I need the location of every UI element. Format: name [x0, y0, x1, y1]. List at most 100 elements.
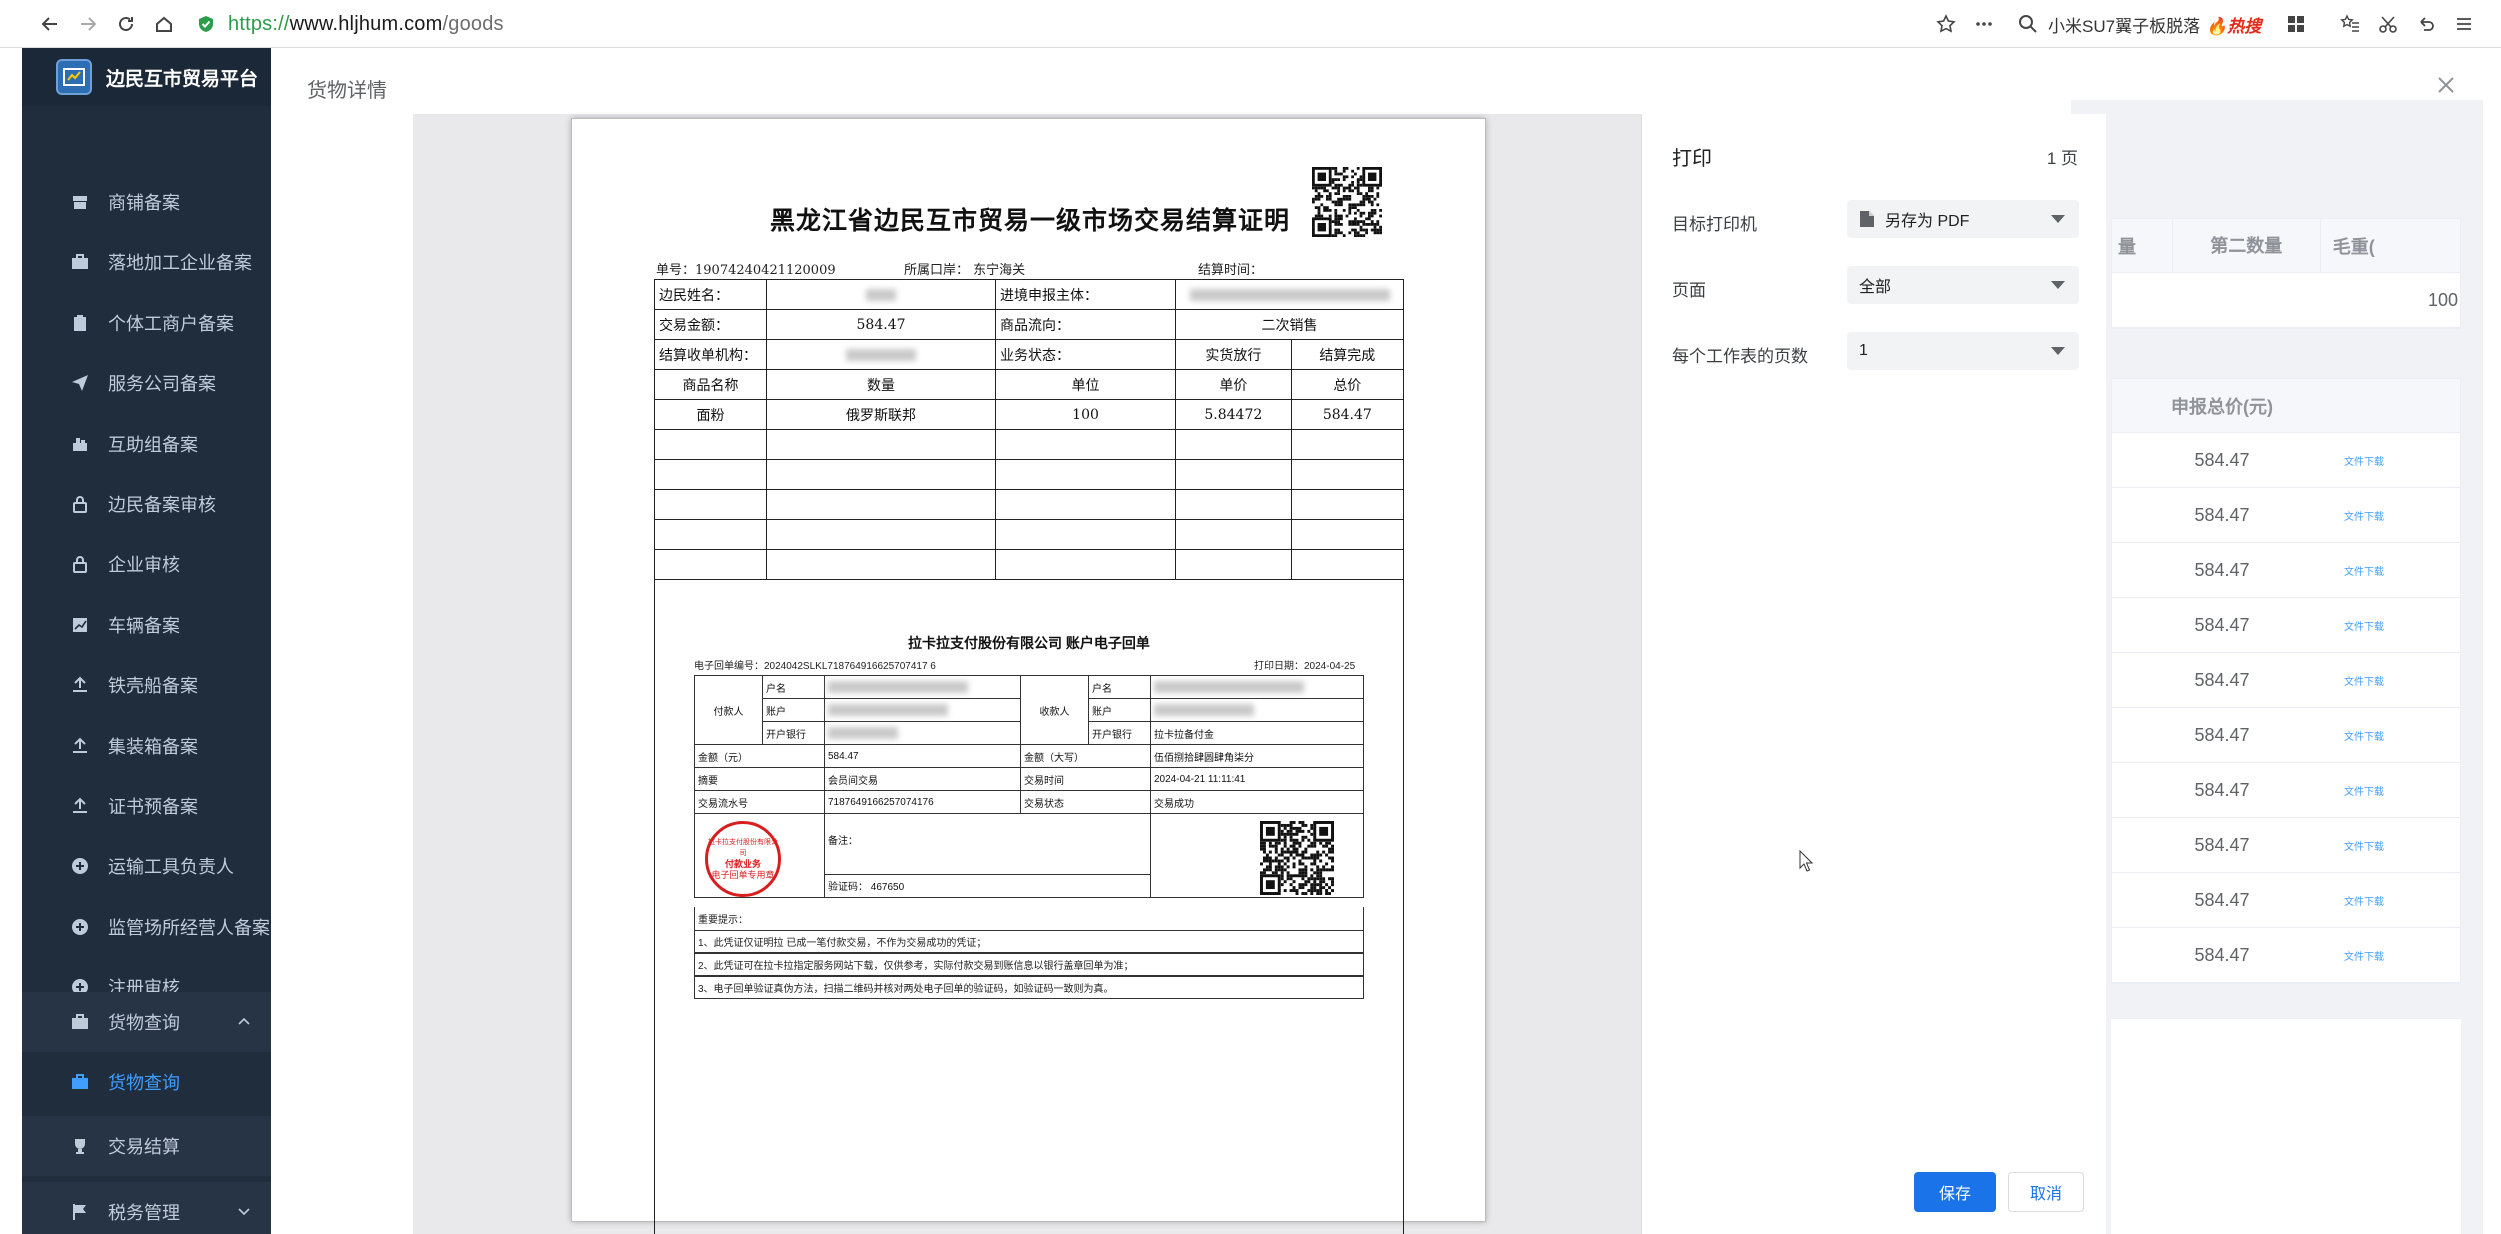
per-sheet-select[interactable]: 1: [1847, 332, 2079, 370]
pages-select[interactable]: 全部: [1847, 266, 2079, 304]
menu-group-tax[interactable]: 税务管理: [22, 1182, 271, 1234]
address-bar[interactable]: https://www.hljhum.com/goods: [196, 6, 504, 42]
download-link[interactable]: 文件下载: [2344, 508, 2384, 523]
download-link[interactable]: 文件下载: [2344, 838, 2384, 853]
secure-shield-icon: [199, 16, 213, 32]
sidebar-item[interactable]: 证书预备案: [22, 776, 271, 836]
sidebar-item-label: 边民备案审核: [108, 495, 216, 515]
sidebar-item[interactable]: 企业审核: [22, 534, 271, 594]
undo-icon[interactable]: [2410, 8, 2442, 40]
table-cell: 户名: [762, 675, 825, 699]
printer-label: 目标打印机: [1672, 215, 1757, 234]
column-header: 第二数量: [2171, 218, 2321, 273]
menu-item-trade-settle[interactable]: 交易结算: [22, 1116, 271, 1176]
menu-group-goods[interactable]: 货物查询: [22, 992, 271, 1052]
table-cell: 账户: [762, 698, 825, 722]
star-icon[interactable]: [1930, 8, 1962, 40]
sidebar: 边民互市贸易平台 商铺备案落地加工企业备案个体工商户备案服务公司备案互助组备案边…: [22, 48, 271, 1234]
favorites-icon[interactable]: [2334, 8, 2366, 40]
url-text: https://www.hljhum.com/goods: [228, 12, 504, 35]
browser-search[interactable]: 小米SU7翼子板脱落 🔥热搜: [2018, 6, 2261, 42]
table-cell: 俄罗斯联邦: [765, 399, 997, 430]
column-header: 单位: [995, 369, 1177, 400]
download-link[interactable]: 文件下载: [2344, 673, 2384, 688]
upload-icon: [70, 736, 90, 756]
table-row: 584.47 文件下载: [2112, 598, 2460, 653]
sidebar-item[interactable]: 监管场所经营人备案: [22, 897, 271, 957]
table-cell: 7187649166257074176: [824, 790, 1021, 814]
notice-1: 1、此凭证仅证明拉 已成一笔付款交易，不作为交易成功的凭证；: [694, 930, 1364, 953]
home-icon[interactable]: [148, 8, 180, 40]
print-settings-panel: 打印 1 页 目标打印机 另存为 PDF 页面 全部 每个工作表的页数 1 保存…: [1641, 114, 2106, 1234]
table-row: 584.47 文件下载: [2112, 708, 2460, 763]
table-cell: 交易流水号: [694, 790, 825, 814]
hot-badge: 🔥热搜: [2206, 16, 2262, 36]
brand[interactable]: 边民互市贸易平台: [22, 48, 271, 106]
table-cell: 2024-04-21 11:11:41: [1150, 767, 1364, 791]
table-cell: 交易状态: [1020, 790, 1151, 814]
menu-item-goods-query[interactable]: 货物查询: [22, 1052, 271, 1112]
menu-icon[interactable]: [2448, 8, 2480, 40]
sidebar-item[interactable]: 铁壳船备案: [22, 655, 271, 715]
table-row: 584.47 文件下载: [2112, 928, 2460, 983]
download-link[interactable]: 文件下载: [2344, 728, 2384, 743]
sidebar-item[interactable]: 运输工具负责人: [22, 836, 271, 896]
cancel-button[interactable]: 取消: [2008, 1172, 2084, 1212]
table-cell: 584.47: [2194, 504, 2250, 525]
notice-2: 2、此凭证可在拉卡拉指定服务网站下载，仅供参考，实际付款交易到账信息以银行盖章回…: [694, 953, 1364, 976]
table-cell-blurred: [765, 279, 997, 310]
table-cell: 金额（元）: [694, 744, 825, 768]
table-cell: 二次销售: [1175, 309, 1404, 340]
sidebar-item[interactable]: 服务公司备案: [22, 353, 271, 413]
receipt-print-date: 打印日期：2024-04-25: [1254, 661, 1356, 672]
table-cell-blurred: [765, 339, 997, 370]
chevron-down-icon: [238, 1208, 250, 1216]
table-cell: 交易时间: [1020, 767, 1151, 791]
table-cell: 交易金额：: [654, 309, 767, 340]
apps-icon[interactable]: [2280, 8, 2312, 40]
sidebar-item[interactable]: 商铺备案: [22, 172, 271, 232]
more-icon[interactable]: [1968, 8, 2000, 40]
table-cell-blurred: [824, 675, 1021, 699]
close-icon[interactable]: [2431, 70, 2461, 100]
download-link[interactable]: 文件下载: [2344, 618, 2384, 633]
table-cell: 584.47: [765, 309, 997, 340]
download-link[interactable]: 文件下载: [2344, 948, 2384, 963]
reload-icon[interactable]: [110, 8, 142, 40]
table-cell: 备注：: [824, 813, 1151, 875]
download-link[interactable]: 文件下载: [2344, 563, 2384, 578]
sidebar-item[interactable]: 集装箱备案: [22, 716, 271, 776]
chevron-down-icon: [2051, 347, 2065, 355]
back-icon[interactable]: [34, 8, 66, 40]
sidebar-item[interactable]: 车辆备案: [22, 595, 271, 655]
table-cell: 584.47: [2194, 944, 2250, 965]
sidebar-item[interactable]: 互助组备案: [22, 414, 271, 474]
download-link[interactable]: 文件下载: [2344, 893, 2384, 908]
table-cell-blurred: [824, 721, 1021, 745]
printer-select[interactable]: 另存为 PDF: [1847, 200, 2079, 238]
sidebar-item[interactable]: 边民备案审核: [22, 474, 271, 534]
table-cell: 实货放行: [1175, 339, 1292, 370]
forward-icon[interactable]: [72, 8, 104, 40]
sidebar-item-label: 服务公司备案: [108, 374, 216, 395]
sidebar-item[interactable]: 落地加工企业备案: [22, 232, 271, 292]
document-port: 所属口岸： 东宁海关: [904, 263, 1026, 278]
sidebar-item[interactable]: 个体工商户备案: [22, 293, 271, 353]
download-link[interactable]: 文件下载: [2344, 453, 2384, 468]
table-cell: 会员间交易: [824, 767, 1021, 791]
table-cell: 进境申报主体：: [995, 279, 1177, 310]
print-page-count: 1 页: [2046, 149, 2078, 168]
brand-logo-icon: [56, 59, 92, 95]
per-sheet-label: 每个工作表的页数: [1672, 347, 1808, 366]
download-link[interactable]: 文件下载: [2344, 783, 2384, 798]
save-button[interactable]: 保存: [1914, 1172, 1996, 1212]
upload-icon: [70, 796, 90, 816]
table-cell-blurred: [824, 698, 1021, 722]
table-cell: 584.47: [2194, 559, 2250, 580]
sidebar-item-label: 落地加工企业备案: [108, 253, 252, 274]
chevron-down-icon: [2051, 215, 2065, 223]
table-cell: 开户银行: [762, 721, 825, 745]
scissors-icon[interactable]: [2372, 8, 2404, 40]
table-cell: 伍佰捌拾肆圆肆角柒分: [1150, 744, 1364, 768]
table-cell: 拉卡拉备付金: [1150, 721, 1364, 745]
